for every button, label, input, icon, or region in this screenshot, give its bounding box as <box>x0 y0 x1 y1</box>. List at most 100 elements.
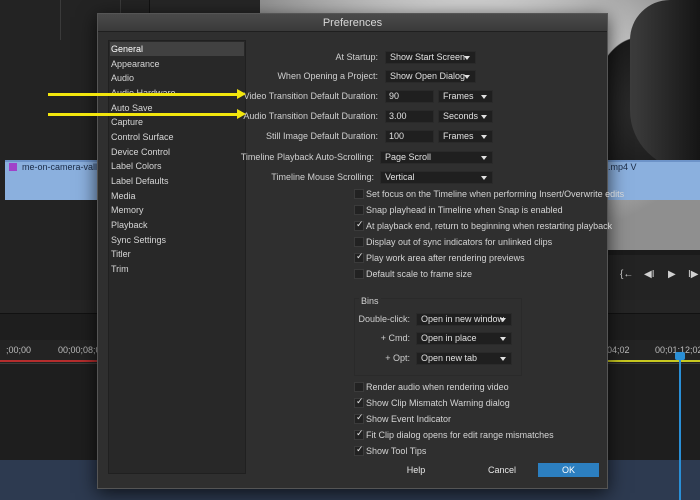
still-image-field[interactable]: 100 <box>385 130 434 143</box>
checkbox-label: Show Tool Tips <box>366 446 427 456</box>
playhead[interactable] <box>679 352 681 500</box>
fx-badge-icon <box>9 163 17 171</box>
category-general[interactable]: General <box>110 42 244 56</box>
render-bar-red <box>0 360 100 362</box>
default-scale-checkbox[interactable] <box>354 269 364 279</box>
category-control-surface[interactable]: Control Surface <box>110 130 244 144</box>
double-click-dropdown[interactable]: Open in new window <box>416 313 512 326</box>
audio-transition-unit-dropdown[interactable]: Seconds <box>438 110 493 123</box>
category-appearance[interactable]: Appearance <box>110 57 244 71</box>
opening-project-label: When Opening a Project: <box>277 71 378 81</box>
chevron-down-icon <box>481 176 487 180</box>
checkmark-icon: ✓ <box>356 444 364 454</box>
focus-timeline-checkbox[interactable] <box>354 189 364 199</box>
step-back-icon[interactable]: ◀I <box>644 269 654 280</box>
chevron-down-icon <box>481 135 487 139</box>
checkmark-icon: ✓ <box>356 396 364 406</box>
panel-divider <box>60 0 61 40</box>
timecode-label: ;00;00 <box>6 345 32 355</box>
fit-clip-checkbox[interactable]: ✓ <box>354 428 364 440</box>
dialog-title: Preferences <box>98 14 607 32</box>
checkmark-icon: ✓ <box>356 219 364 229</box>
cmd-label: + Cmd: <box>380 333 410 343</box>
checkbox-label: Show Clip Mismatch Warning dialog <box>366 398 510 408</box>
mouse-scroll-value: Vertical <box>385 172 415 182</box>
mouse-scroll-dropdown[interactable]: Vertical <box>380 171 493 184</box>
bins-title: Bins <box>359 296 381 306</box>
at-startup-dropdown[interactable]: Show Start Screen <box>385 51 476 64</box>
chevron-down-icon <box>464 56 470 60</box>
checkbox-label: Show Event Indicator <box>366 414 452 424</box>
render-audio-checkbox[interactable] <box>354 382 364 392</box>
checkbox-label: Play work area after rendering previews <box>366 253 525 263</box>
chevron-down-icon <box>500 357 506 361</box>
category-media[interactable]: Media <box>110 189 244 203</box>
video-transition-unit: Frames <box>443 91 474 101</box>
step-forward-icon[interactable]: I▶ <box>688 269 698 280</box>
audio-transition-field[interactable]: 3.00 <box>385 110 434 123</box>
checkbox-label: Fit Clip dialog opens for edit range mis… <box>366 430 554 440</box>
checkmark-icon: ✓ <box>356 428 364 438</box>
help-button[interactable]: Help <box>386 463 446 477</box>
category-trim[interactable]: Trim <box>110 262 244 276</box>
tool-tips-checkbox[interactable]: ✓ <box>354 444 364 456</box>
cmd-value: Open in place <box>421 333 477 343</box>
opt-label: + Opt: <box>385 353 410 363</box>
playback-scroll-dropdown[interactable]: Page Scroll <box>380 151 493 164</box>
checkmark-icon: ✓ <box>356 251 364 261</box>
chevron-down-icon <box>464 75 470 79</box>
render-bar-yellow <box>600 360 700 362</box>
opening-project-dropdown[interactable]: Show Open Dialog <box>385 70 476 83</box>
category-capture[interactable]: Capture <box>110 115 244 129</box>
play-icon[interactable]: ▶ <box>668 269 676 280</box>
mouse-scroll-label: Timeline Mouse Scrolling: <box>271 172 374 182</box>
checkbox-label: At playback end, return to beginning whe… <box>366 221 613 231</box>
still-image-label: Still Image Default Duration: <box>265 131 378 141</box>
checkbox-label: Display out of sync indicators for unlin… <box>366 237 553 247</box>
cancel-button[interactable]: Cancel <box>472 463 532 477</box>
snap-playhead-checkbox[interactable] <box>354 205 364 215</box>
checkbox-label: Default scale to frame size <box>366 269 473 279</box>
double-click-value: Open in new window <box>421 314 505 324</box>
video-transition-unit-dropdown[interactable]: Frames <box>438 90 493 103</box>
bins-group: Bins Double-click: Open in new window + … <box>354 296 522 376</box>
playback-scroll-label: Timeline Playback Auto-Scrolling: <box>240 152 374 162</box>
cmd-dropdown[interactable]: Open in place <box>416 332 512 345</box>
video-transition-label: Video Transition Default Duration: <box>243 91 378 101</box>
category-label-defaults[interactable]: Label Defaults <box>110 174 244 188</box>
category-audio[interactable]: Audio <box>110 71 244 85</box>
checkbox-label: Snap playhead in Timeline when Snap is e… <box>366 205 563 215</box>
return-to-beginning-checkbox[interactable]: ✓ <box>354 219 364 231</box>
chevron-down-icon <box>500 337 506 341</box>
video-subject <box>630 0 700 170</box>
chevron-down-icon <box>481 95 487 99</box>
category-device-control[interactable]: Device Control <box>110 145 244 159</box>
audio-transition-unit: Seconds <box>443 111 479 121</box>
event-indicator-checkbox[interactable]: ✓ <box>354 412 364 424</box>
category-sync-settings[interactable]: Sync Settings <box>110 233 244 247</box>
opt-dropdown[interactable]: Open new tab <box>416 352 512 365</box>
chevron-down-icon <box>481 115 487 119</box>
ok-button[interactable]: OK <box>538 463 599 477</box>
out-of-sync-checkbox[interactable] <box>354 237 364 247</box>
still-image-unit-dropdown[interactable]: Frames <box>438 130 493 143</box>
category-playback[interactable]: Playback <box>110 218 244 232</box>
video-transition-field[interactable]: 90 <box>385 90 434 103</box>
opening-project-value: Show Open Dialog <box>390 71 466 81</box>
checkbox-label: Render audio when rendering video <box>366 382 509 392</box>
clip-mismatch-checkbox[interactable]: ✓ <box>354 396 364 408</box>
chevron-down-icon <box>500 318 506 322</box>
arrow-head-icon <box>237 109 246 119</box>
double-click-label: Double-click: <box>358 314 410 324</box>
opt-value: Open new tab <box>421 353 478 363</box>
general-settings: At Startup: Show Start Screen When Openi… <box>241 40 624 474</box>
category-label-colors[interactable]: Label Colors <box>110 159 244 173</box>
clip-name: .mp4 V <box>608 162 637 172</box>
play-work-area-checkbox[interactable]: ✓ <box>354 251 364 263</box>
category-memory[interactable]: Memory <box>110 203 244 217</box>
category-titler[interactable]: Titler <box>110 247 244 261</box>
clip-name: me-on-camera-valle <box>22 162 97 172</box>
preferences-dialog: Preferences General Appearance Audio Aud… <box>97 13 624 489</box>
go-to-in-icon[interactable]: {← <box>620 269 633 280</box>
checkbox-label: Set focus on the Timeline when performin… <box>366 189 625 199</box>
